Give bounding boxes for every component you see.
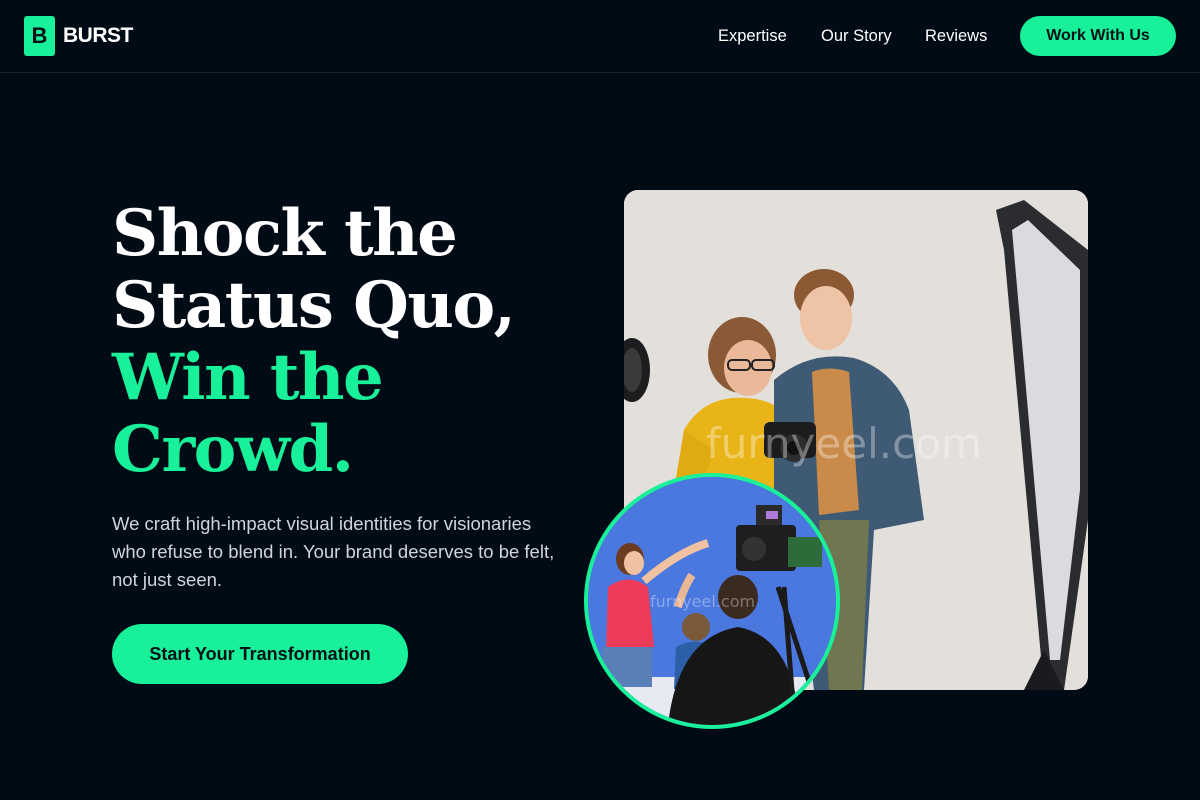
inset-photo-watermark: furnyeel.com (650, 592, 755, 611)
brand-logo[interactable]: B BURST (24, 16, 133, 56)
nav-link-reviews[interactable]: Reviews (925, 26, 987, 46)
headline-line-4: Crowd. (112, 412, 354, 487)
logo-mark-icon: B (24, 16, 55, 56)
hero-subtext: We craft high-impact visual identities f… (112, 513, 555, 590)
hero-headline: Shock the Status Quo, Win the Crowd. (112, 198, 572, 486)
brand-name: BURST (63, 24, 133, 47)
film-crew-photo-illustration: furnyeel.com (588, 477, 836, 725)
headline-line-3: Win the (112, 340, 384, 415)
nav-link-expertise[interactable]: Expertise (718, 26, 787, 46)
headline-line-1: Shock the (112, 196, 458, 271)
work-with-us-button[interactable]: Work With Us (1020, 16, 1176, 56)
main-photo-watermark: furnyeel.com (706, 419, 982, 468)
headline-line-2: Status Quo, (112, 268, 516, 343)
start-transformation-button[interactable]: Start Your Transformation (112, 624, 408, 684)
site-header: B BURST Expertise Our Story Reviews Work… (0, 0, 1200, 73)
inset-photo: furnyeel.com (584, 473, 840, 729)
nav-link-our-story[interactable]: Our Story (821, 26, 892, 46)
